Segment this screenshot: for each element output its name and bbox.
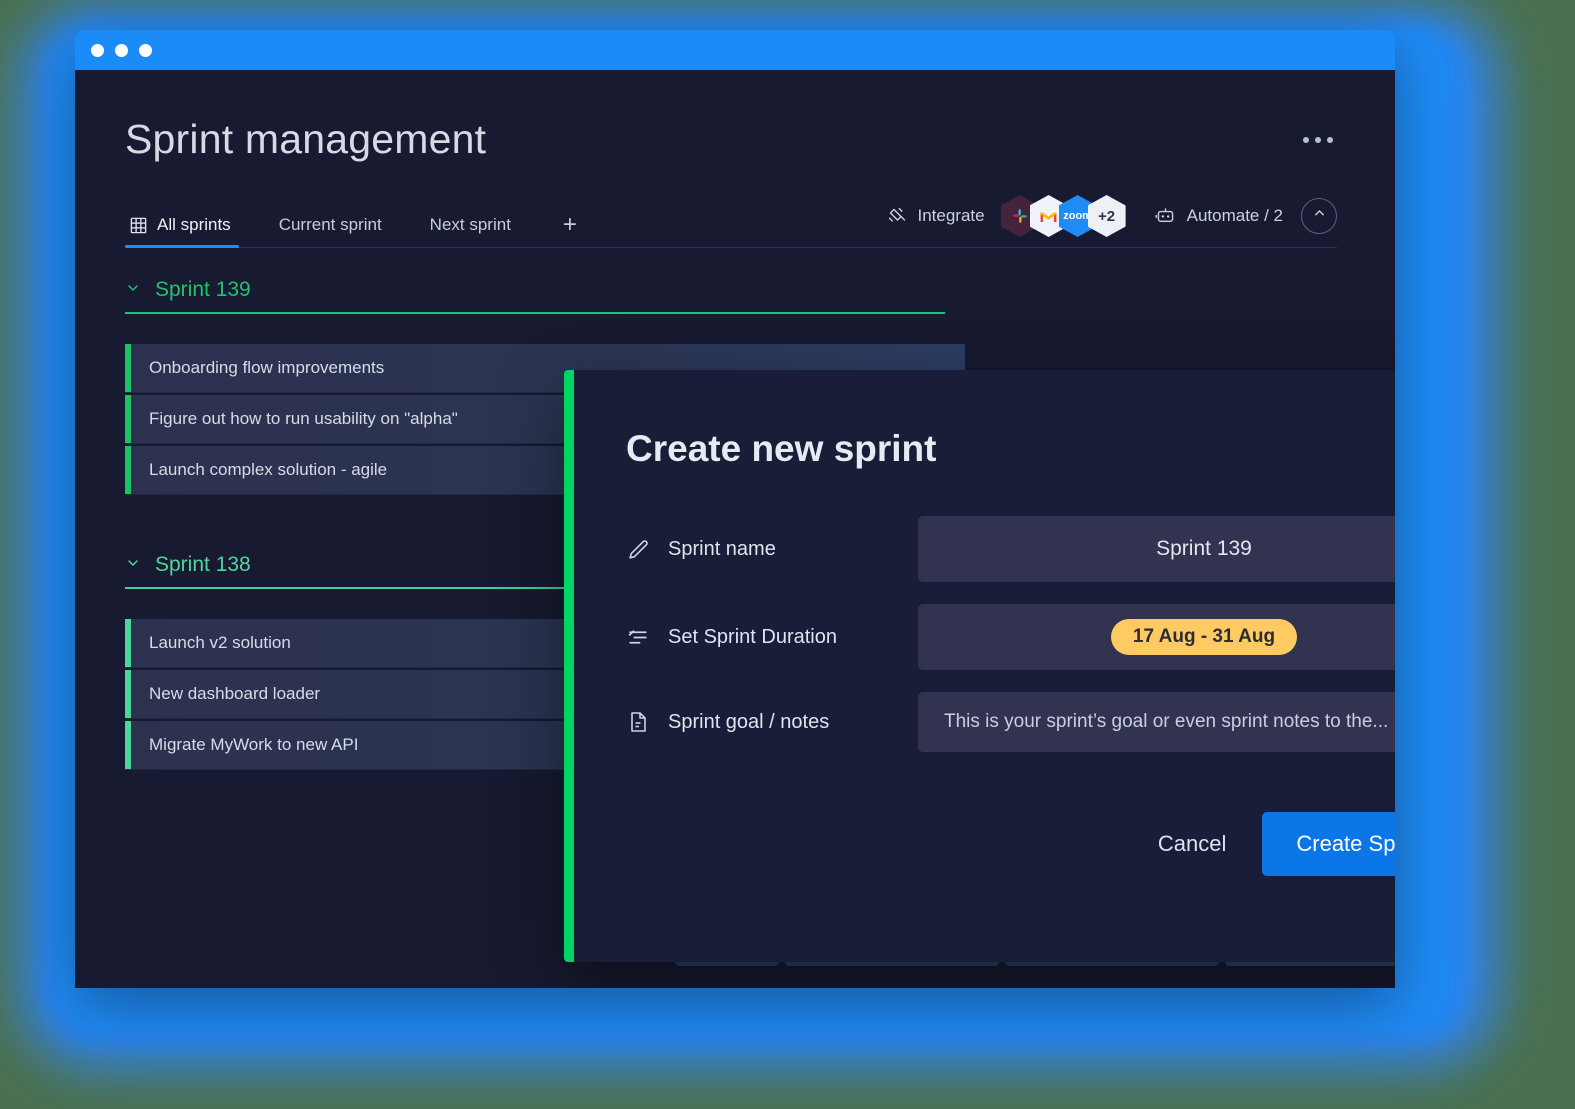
- tab-label: Current sprint: [278, 215, 382, 234]
- row-title: Launch complex solution - agile: [149, 460, 388, 479]
- collapse-toolbar-button[interactable]: [1301, 198, 1337, 234]
- tab-list: All sprints Current sprint Next sprint +: [125, 213, 587, 248]
- row-title: Figure out how to run usability on "alph…: [149, 409, 458, 428]
- app-header: Sprint management: [75, 70, 1395, 163]
- sprint-duration-input[interactable]: 17 Aug - 31 Aug: [918, 604, 1395, 670]
- automate-label: Automate / 2: [1186, 206, 1283, 225]
- field-sprint-goal: Sprint goal / notes This is your sprint’…: [626, 692, 1395, 752]
- document-icon: [626, 710, 668, 734]
- chevron-down-icon[interactable]: [125, 555, 141, 575]
- cancel-button[interactable]: Cancel: [1138, 817, 1246, 871]
- date-range-chip[interactable]: 17 Aug - 31 Aug: [1110, 619, 1298, 655]
- modal-actions: Cancel Create Sprint: [564, 774, 1395, 876]
- modal-accent-bar: [564, 370, 574, 962]
- tab-label: Next sprint: [429, 215, 511, 234]
- more-dot: [1315, 136, 1321, 143]
- screenshot-stage: Sprint management All sprints Current sp…: [0, 0, 1575, 1109]
- board-more-menu-button[interactable]: [1299, 127, 1337, 153]
- sprint-name-value: Sprint 139: [1156, 537, 1252, 560]
- row-color-bar: [125, 721, 131, 769]
- window-close-dot[interactable]: [91, 43, 104, 57]
- row-title: Launch v2 solution: [149, 633, 291, 652]
- integration-avatars[interactable]: zoom +2: [1000, 195, 1126, 237]
- window-minimize-dot[interactable]: [115, 43, 128, 57]
- tab-all-sprints[interactable]: All sprints: [125, 215, 257, 248]
- sprint-group-rule: [125, 312, 945, 314]
- field-sprint-name: Sprint name Sprint 139: [626, 516, 1395, 582]
- integrate-label: Integrate: [917, 206, 985, 225]
- plug-icon: [887, 206, 908, 227]
- row-title: Migrate MyWork to new API: [149, 735, 359, 754]
- tab-current-sprint[interactable]: Current sprint: [257, 215, 408, 247]
- sprint-group-header[interactable]: Sprint 139: [125, 278, 1395, 312]
- row-color-bar: [125, 395, 131, 443]
- more-dot: [1303, 136, 1309, 143]
- duration-lines-icon: [626, 625, 668, 650]
- sprint-group-name: Sprint 139: [155, 278, 251, 301]
- integration-overflow-badge[interactable]: +2: [1087, 195, 1126, 237]
- row-color-bar: [125, 670, 131, 718]
- chevron-down-icon[interactable]: [125, 280, 141, 300]
- row-color-bar: [125, 619, 131, 667]
- window-titlebar: [75, 30, 1395, 70]
- more-dot: [1327, 136, 1333, 143]
- sprint-group-name: Sprint 138: [155, 553, 251, 576]
- pencil-icon: [626, 537, 668, 562]
- field-label: Sprint goal / notes: [668, 710, 830, 733]
- field-label: Sprint name: [668, 537, 776, 560]
- board-tools: Integrate zoom +2 Automate / 2: [887, 195, 1337, 247]
- chevron-up-icon: [1312, 206, 1327, 226]
- window-maximize-dot[interactable]: [139, 43, 152, 57]
- modal-title: Create new sprint: [626, 428, 937, 469]
- tab-next-sprint[interactable]: Next sprint: [408, 215, 537, 247]
- integrate-button[interactable]: Integrate: [887, 206, 985, 227]
- tab-bar: All sprints Current sprint Next sprint +: [125, 195, 1337, 248]
- tab-label: All sprints: [157, 215, 231, 234]
- page-title: Sprint management: [125, 116, 487, 162]
- sprint-goal-placeholder: This is your sprint’s goal or even sprin…: [944, 711, 1389, 732]
- row-color-bar: [125, 446, 131, 494]
- create-sprint-modal: Create new sprint Sprint name Sprint 139: [564, 370, 1395, 962]
- row-title: New dashboard loader: [149, 684, 321, 703]
- create-sprint-form: Sprint name Sprint 139 Set Sprint Durati…: [564, 470, 1395, 752]
- automate-button[interactable]: Automate / 2: [1154, 206, 1283, 226]
- overflow-count: +2: [1098, 207, 1116, 225]
- field-sprint-duration: Set Sprint Duration 17 Aug - 31 Aug: [626, 604, 1395, 670]
- table-icon: [129, 216, 148, 235]
- field-label: Set Sprint Duration: [668, 625, 837, 648]
- sprint-goal-input[interactable]: This is your sprint’s goal or even sprin…: [918, 692, 1395, 752]
- browser-window: Sprint management All sprints Current sp…: [75, 30, 1395, 988]
- create-sprint-button[interactable]: Create Sprint: [1262, 812, 1395, 876]
- row-title: Onboarding flow improvements: [149, 358, 385, 377]
- robot-icon: [1154, 206, 1177, 226]
- app-viewport: Sprint management All sprints Current sp…: [75, 70, 1395, 988]
- add-tab-button[interactable]: +: [537, 213, 587, 247]
- sprint-name-input[interactable]: Sprint 139: [918, 516, 1395, 582]
- row-color-bar: [125, 344, 131, 392]
